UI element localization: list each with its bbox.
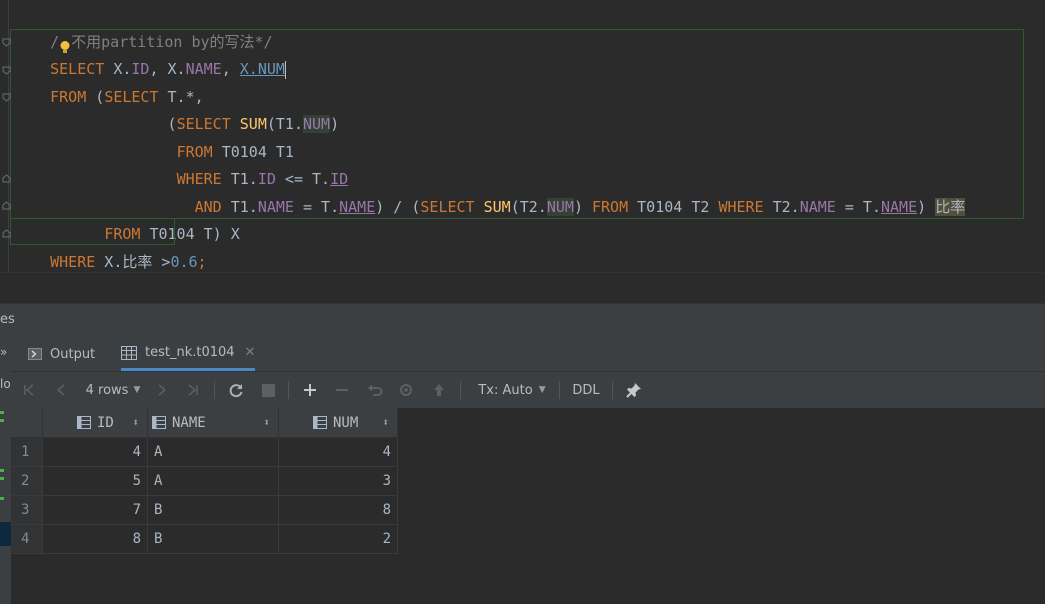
- table-row[interactable]: 4 8 B 2: [11, 524, 398, 554]
- result-toolbar: 4 rows ▼ Tx: Auto ▼ DDL: [11, 372, 1045, 409]
- tx-mode-label: Tx: Auto: [478, 382, 533, 398]
- column-icon: [152, 416, 166, 429]
- column-name-label: NAME: [172, 414, 206, 431]
- code-line-6[interactable]: AND T1.NAME = T.NAME) / (SELECT SUM(T2.N…: [14, 167, 966, 216]
- add-row-icon[interactable]: [299, 372, 321, 408]
- result-table: ID ⬍ NAME ⬍ NUM ⬍ 1 4 A 4 2 5 A 3 3 7 B …: [11, 408, 398, 554]
- close-icon[interactable]: ✕: [245, 345, 256, 360]
- sort-icon[interactable]: ⬍: [132, 416, 139, 429]
- rows-count-dropdown[interactable]: 4 rows ▼: [81, 372, 145, 408]
- toolbar-separator: [460, 381, 461, 399]
- refresh-icon[interactable]: [225, 372, 247, 408]
- header-row: ID ⬍ NAME ⬍ NUM ⬍: [11, 408, 398, 438]
- sort-icon[interactable]: ⬍: [382, 416, 389, 429]
- toolbar-separator: [559, 381, 560, 399]
- code-line-2[interactable]: FROM (SELECT T.*,: [14, 57, 204, 106]
- ddl-label: DDL: [572, 382, 600, 398]
- expand-arrow-icon[interactable]: »: [0, 345, 7, 359]
- status-dot: [0, 419, 4, 422]
- selected-tree-node[interactable]: [0, 522, 11, 546]
- fold-marker-icon[interactable]: [2, 38, 11, 47]
- tab-output[interactable]: Output: [28, 337, 95, 371]
- cell-id[interactable]: 5: [42, 466, 148, 496]
- column-num-label: NUM: [333, 414, 359, 431]
- status-dot: [0, 497, 4, 500]
- cell-num[interactable]: 8: [278, 495, 398, 525]
- stop-icon[interactable]: [257, 372, 279, 408]
- view-changes-icon[interactable]: [396, 372, 418, 408]
- submit-icon[interactable]: [428, 372, 450, 408]
- result-grid[interactable]: ID ⬍ NAME ⬍ NUM ⬍ 1 4 A 4 2 5 A 3 3 7 B …: [11, 408, 1045, 604]
- row-number[interactable]: 3: [11, 495, 43, 525]
- cell-num[interactable]: 3: [278, 466, 398, 496]
- console-icon: [28, 348, 42, 360]
- column-header-num[interactable]: NUM ⬍: [278, 408, 398, 438]
- tab-output-label: Output: [50, 346, 96, 362]
- last-page-icon[interactable]: [183, 372, 203, 408]
- code-line-1[interactable]: SELECT X.ID, X.NAME, X.NUM: [14, 29, 286, 79]
- sort-icon[interactable]: ⬍: [263, 416, 270, 429]
- toolbar-separator: [288, 381, 289, 399]
- status-dot: [0, 411, 4, 414]
- column-id-label: ID: [97, 414, 114, 431]
- tool-tabs: Output test_nk.t0104 ✕: [11, 337, 1045, 372]
- column-icon: [77, 416, 91, 429]
- cell-num[interactable]: 2: [278, 524, 398, 554]
- comment-line[interactable]: / 不用partition by的写法*/: [14, 2, 273, 53]
- ddl-button[interactable]: DDL: [571, 372, 601, 408]
- toolbar-separator: [612, 381, 613, 399]
- code-line-8[interactable]: WHERE X.比率 >0.6;: [14, 222, 206, 271]
- delete-row-icon[interactable]: [331, 372, 353, 408]
- column-icon: [313, 416, 327, 429]
- cell-name[interactable]: B: [147, 524, 279, 554]
- row-number[interactable]: 1: [11, 437, 43, 467]
- prev-page-icon[interactable]: [51, 372, 71, 408]
- status-dot: [0, 469, 4, 472]
- fold-end-icon[interactable]: [2, 174, 11, 183]
- table-icon: [121, 345, 137, 360]
- cell-name[interactable]: A: [147, 437, 279, 467]
- tree-label-clip: lo: [0, 377, 11, 391]
- chevron-down-icon: ▼: [538, 385, 546, 395]
- cell-num[interactable]: 4: [278, 437, 398, 467]
- text-caret: [284, 60, 286, 79]
- cell-id[interactable]: 8: [42, 524, 148, 554]
- column-header-id[interactable]: ID ⬍: [42, 408, 148, 438]
- revert-icon[interactable]: [364, 372, 386, 408]
- fold-end-icon[interactable]: [2, 229, 11, 238]
- fold-marker-icon[interactable]: [2, 93, 11, 102]
- table-row[interactable]: 1 4 A 4: [11, 437, 398, 467]
- rows-count-label: 4 rows: [85, 382, 129, 398]
- cell-name[interactable]: A: [147, 466, 279, 496]
- fold-marker-icon[interactable]: [2, 66, 11, 75]
- row-number[interactable]: 2: [11, 466, 43, 496]
- fold-end-icon[interactable]: [2, 201, 11, 210]
- chevron-down-icon: ▼: [133, 385, 141, 395]
- cell-name[interactable]: B: [147, 495, 279, 525]
- tab-test-nk-t0104-label: test_nk.t0104: [145, 345, 235, 360]
- column-header-name[interactable]: NAME ⬍: [147, 408, 279, 438]
- table-row[interactable]: 3 7 B 8: [11, 495, 398, 525]
- first-page-icon[interactable]: [19, 372, 39, 408]
- tool-window-title: es: [0, 312, 15, 327]
- code-line-7[interactable]: FROM T0104 T) X: [14, 194, 239, 243]
- editor-bottom-area: [0, 272, 1045, 304]
- row-number[interactable]: 4: [11, 524, 43, 554]
- code-line-4[interactable]: FROM T0104 T1: [14, 112, 294, 161]
- sql-editor[interactable]: / 不用partition by的写法*/ SELECT X.ID, X.NAME…: [0, 0, 1045, 272]
- row-number-header[interactable]: [11, 408, 43, 438]
- tool-window-header[interactable]: es: [0, 303, 1045, 338]
- status-dot: [0, 477, 4, 480]
- next-page-icon[interactable]: [152, 372, 172, 408]
- cell-id[interactable]: 7: [42, 495, 148, 525]
- table-row[interactable]: 2 5 A 3: [11, 466, 398, 496]
- code-line-3[interactable]: (SELECT SUM(T1.NUM): [14, 84, 339, 133]
- cell-id[interactable]: 4: [42, 437, 148, 467]
- pin-icon[interactable]: [623, 372, 645, 408]
- toolbar-separator: [214, 381, 215, 399]
- tab-test-nk-t0104[interactable]: test_nk.t0104 ✕: [121, 337, 256, 371]
- tx-mode-dropdown[interactable]: Tx: Auto ▼: [475, 372, 549, 408]
- code-line-5[interactable]: WHERE T1.ID <= T.ID: [14, 139, 349, 188]
